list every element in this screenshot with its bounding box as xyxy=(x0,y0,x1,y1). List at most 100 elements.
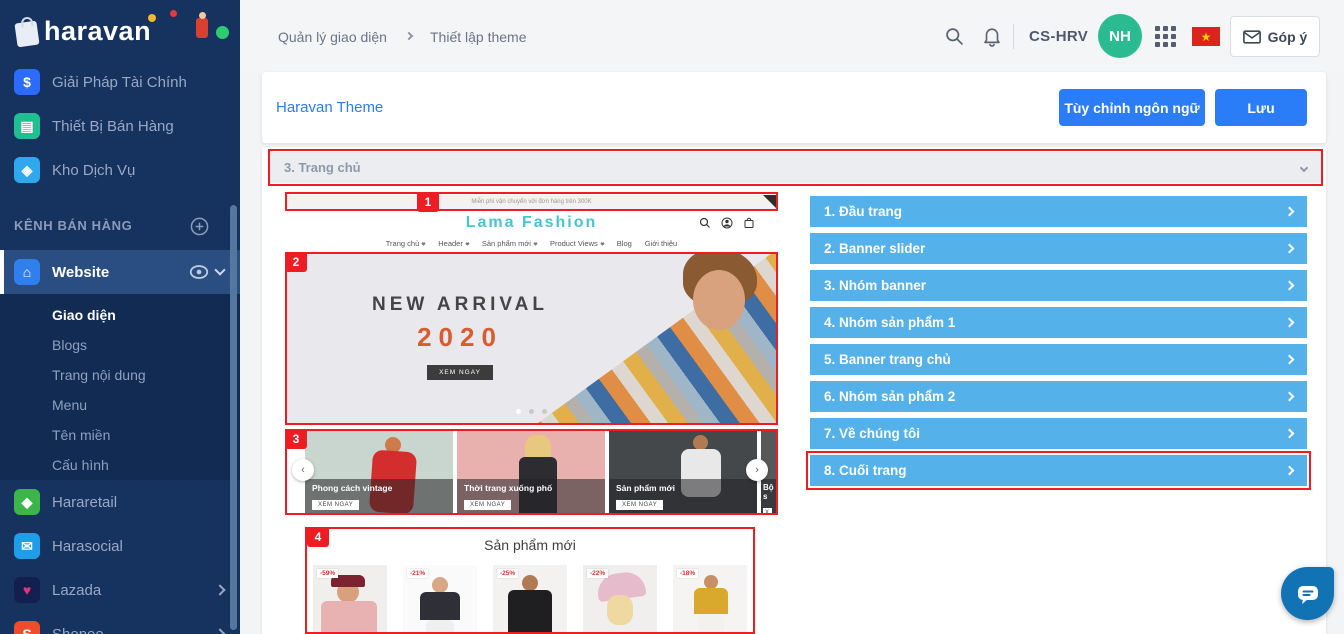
apps-grid-icon[interactable] xyxy=(1155,26,1176,47)
discount-badge: -59% xyxy=(317,569,339,578)
chevron-down-icon[interactable] xyxy=(214,264,226,276)
feedback-button[interactable]: Góp ý xyxy=(1230,16,1320,57)
logo-bag-handle xyxy=(20,16,34,28)
preview-announcement-bar: Miễn phí vận chuyển với đơn hàng trên 30… xyxy=(287,195,776,209)
section-item-nhom-san-pham-1[interactable]: 4. Nhóm sản phẩm 1 xyxy=(810,307,1307,338)
sidebar-item-giai-phap-tai-chinh[interactable]: $ Giải Pháp Tài Chính xyxy=(0,60,240,104)
sidebar-item-harasocial[interactable]: ✉ Harasocial xyxy=(0,524,240,568)
feedback-label: Góp ý xyxy=(1267,28,1308,45)
sidebar-item-website[interactable]: ⌂ Website xyxy=(0,250,240,294)
logo-firework-decor xyxy=(148,14,156,22)
banner-next-arrow[interactable]: › xyxy=(746,459,768,481)
active-indicator xyxy=(0,250,4,294)
chevron-right-icon xyxy=(1284,206,1295,217)
breadcrumb-quan-ly-giao-dien[interactable]: Quản lý giao diện xyxy=(278,29,387,45)
sidebar-scrollbar[interactable] xyxy=(230,205,237,630)
banner-title: Sản phẩm mới xyxy=(616,483,675,493)
section-header-title: 3. Trang chủ xyxy=(284,160,361,175)
submenu-item-menu[interactable]: Menu xyxy=(0,390,240,420)
sidebar-item-hararetail[interactable]: ◆ Hararetail xyxy=(0,480,240,524)
banner-tile-vintage: Phong cách vintage XEM NGAY xyxy=(305,431,453,513)
sidebar-item-lazada[interactable]: ♥ Lazada xyxy=(0,568,240,612)
carousel-dot xyxy=(529,409,534,414)
notification-bell-icon[interactable] xyxy=(981,25,1003,48)
preview-nav: Trang chủ Header Sản phẩm mới Product Vi… xyxy=(285,235,778,252)
banner-prev-arrow[interactable]: ‹ xyxy=(292,459,314,481)
sidebar-item-shopee[interactable]: S Shopee xyxy=(0,612,240,634)
chevron-right-icon xyxy=(1284,465,1295,476)
sidebar-item-thiet-bi-ban-hang[interactable]: ▤ Thiết Bị Bán Hàng xyxy=(0,104,240,148)
theme-preview[interactable]: Miễn phí vận chuyển với đơn hàng trên 30… xyxy=(285,193,778,634)
save-button[interactable]: Lưu xyxy=(1215,89,1307,126)
caret-icon xyxy=(465,241,470,246)
org-name[interactable]: CS-HRV xyxy=(1029,28,1088,45)
section-item-label: 2. Banner slider xyxy=(824,241,926,256)
product-card: -18% xyxy=(673,565,747,634)
section-item-nhom-san-pham-2[interactable]: 6. Nhóm sản phẩm 2 xyxy=(810,381,1307,412)
hero-cta-button: XEM NGAY xyxy=(427,365,493,380)
logo-lantern-decor xyxy=(170,10,177,17)
chat-widget-button[interactable] xyxy=(1281,567,1334,620)
announcement-text: Miễn phí vận chuyển với đơn hàng trên 30… xyxy=(471,199,592,205)
topbar-divider xyxy=(1013,24,1014,49)
preview-nav-item: Giới thiệu xyxy=(644,239,678,248)
preview-nav-item: Trang chủ xyxy=(385,239,420,248)
product-figure-black-sweatshirt xyxy=(420,592,460,620)
flag-star: ★ xyxy=(1200,29,1212,44)
sidebar-item-label: Giải Pháp Tài Chính xyxy=(52,73,187,91)
hero-year: 2020 xyxy=(417,322,503,352)
caret-icon xyxy=(600,241,605,246)
submenu-item-cau-hinh[interactable]: Cấu hình xyxy=(0,450,240,480)
discount-badge: -25% xyxy=(497,569,519,578)
chevron-right-icon xyxy=(1284,391,1295,402)
theme-header-card: Haravan Theme Tùy chỉnh ngôn ngữ Lưu xyxy=(262,72,1326,143)
submenu-item-giao-dien[interactable]: Giao diện xyxy=(0,300,240,330)
preview-account-icon xyxy=(721,217,733,229)
section-item-banner-slider[interactable]: 2. Banner slider xyxy=(810,233,1307,264)
section-item-label: 5. Banner trang chủ xyxy=(824,352,951,367)
breadcrumb-thiet-lap-theme[interactable]: Thiết lập theme xyxy=(430,29,527,45)
hararetail-icon: ◆ xyxy=(14,489,40,515)
haravan-logo[interactable]: haravan xyxy=(0,8,240,60)
sidebar-item-kho-dich-vu[interactable]: ◈ Kho Dịch Vụ xyxy=(0,148,240,192)
preview-nav-item: Sản phẩm mới xyxy=(481,239,531,248)
product-figure-pink-sweater xyxy=(321,601,377,634)
hero-carousel-dots xyxy=(285,401,778,419)
preview-search-icon xyxy=(699,217,710,228)
product-figure-white-pants xyxy=(698,614,724,634)
avatar[interactable]: NH xyxy=(1098,14,1142,58)
eye-icon[interactable] xyxy=(188,263,210,281)
sidebar-item-label: Lazada xyxy=(52,581,102,599)
section-item-cuoi-trang[interactable]: 8. Cuối trang xyxy=(810,455,1307,486)
product-figure-head xyxy=(704,575,718,589)
caret-icon xyxy=(421,241,426,246)
theme-title-link[interactable]: Haravan Theme xyxy=(276,99,383,116)
submenu-item-blogs[interactable]: Blogs xyxy=(0,330,240,360)
preview-header: Lama Fashion xyxy=(285,211,778,235)
search-icon[interactable] xyxy=(944,26,965,47)
product-figure-black-tee xyxy=(508,590,552,634)
sidebar-item-label: Thiết Bị Bán Hàng xyxy=(52,117,174,135)
section-item-nhom-banner[interactable]: 3. Nhóm banner xyxy=(810,270,1307,301)
submenu-item-ten-mien[interactable]: Tên miền xyxy=(0,420,240,450)
banner-cta: X xyxy=(763,508,772,513)
section-item-banner-trang-chu[interactable]: 5. Banner trang chủ xyxy=(810,344,1307,375)
section-item-dau-trang[interactable]: 1. Đầu trang xyxy=(810,196,1307,227)
product-figure-head xyxy=(522,575,538,591)
lazada-icon: ♥ xyxy=(14,577,40,603)
sidebar-item-label: Harasocial xyxy=(52,537,123,555)
logo-tet-character-head xyxy=(199,12,206,19)
submenu-item-trang-noi-dung[interactable]: Trang nội dung xyxy=(0,360,240,390)
sidebar-item-label: Kho Dịch Vụ xyxy=(52,161,136,179)
add-channel-plus-icon[interactable] xyxy=(190,217,209,236)
hero-title: NEW ARRIVAL xyxy=(372,294,548,315)
carousel-dot-active xyxy=(515,409,521,414)
section-header-trang-chu[interactable]: 3. Trang chủ xyxy=(270,152,1321,183)
vietnam-flag-icon[interactable]: ★ xyxy=(1192,27,1220,46)
customize-language-button[interactable]: Tùy chỉnh ngôn ngữ xyxy=(1059,89,1205,126)
sidebar-item-label: Hararetail xyxy=(52,493,118,511)
section-item-ve-chung-toi[interactable]: 7. Về chúng tôi xyxy=(810,418,1307,449)
chevron-right-icon xyxy=(1284,243,1295,254)
chevron-right-icon xyxy=(214,628,226,634)
product-card: -21% xyxy=(403,565,477,634)
